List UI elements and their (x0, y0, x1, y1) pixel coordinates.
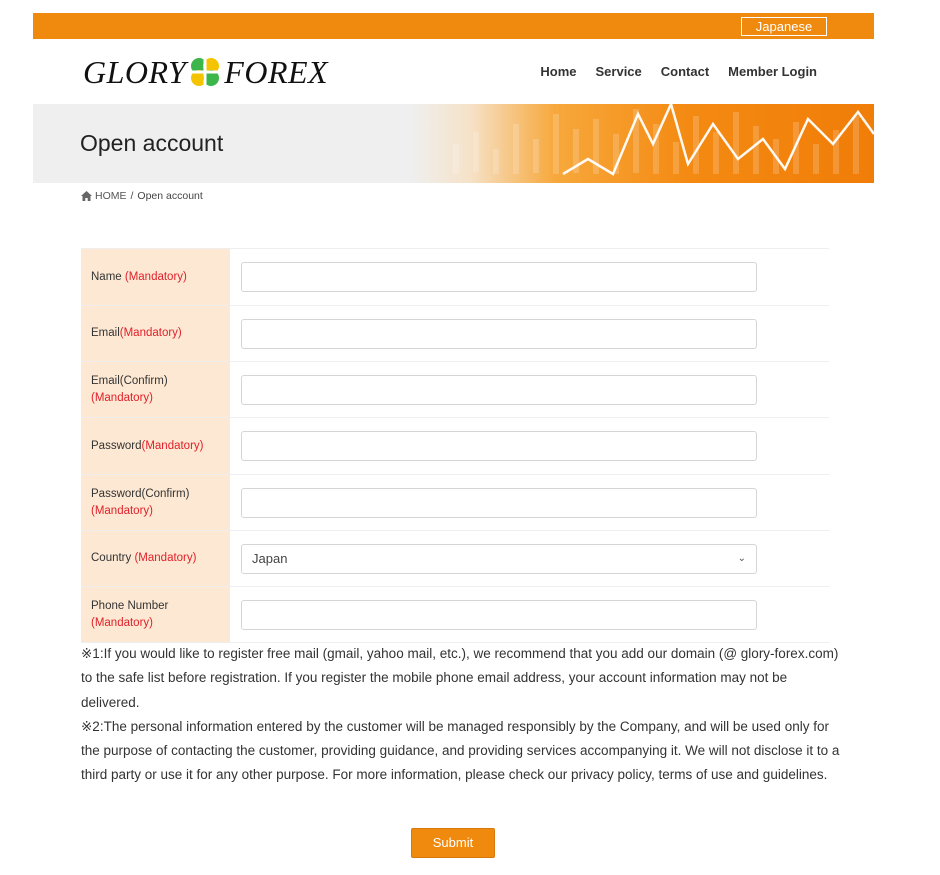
email-input[interactable] (241, 318, 757, 349)
mandatory-marker: (Mandatory) (91, 391, 153, 404)
mandatory-marker: (Mandatory) (124, 270, 187, 283)
clover-icon (191, 58, 220, 86)
breadcrumb-home[interactable]: HOME (81, 190, 127, 202)
country-select-value: Japan (252, 551, 288, 566)
field-label: Name (Mandatory) (81, 248, 230, 306)
note-free-mail: ※1:If you would like to register free ma… (81, 646, 839, 710)
form-row-email: Email(Mandatory) (81, 305, 829, 362)
site-header: GLORY FOREX Home Service Contact Member … (33, 39, 874, 104)
field-label: Password(Mandatory) (81, 417, 230, 475)
breadcrumb-current: Open account (137, 190, 203, 202)
mandatory-marker: (Mandatory) (134, 552, 197, 564)
submit-button[interactable]: Submit (411, 828, 495, 858)
mandatory-marker: (Mandatory) (141, 439, 204, 452)
nav-member-login[interactable]: Member Login (728, 64, 817, 79)
breadcrumb-separator: / (130, 190, 134, 202)
registration-form: Name (Mandatory) Email(Mandatory) Email(… (81, 248, 829, 643)
form-row-phone: Phone Number (Mandatory) (81, 586, 829, 643)
form-notes: ※1:If you would like to register free ma… (81, 642, 841, 788)
name-input[interactable] (241, 262, 757, 292)
field-label: Email(Mandatory) (81, 305, 230, 362)
chevron-down-icon: ⌄ (737, 553, 746, 564)
logo-text-forex: FOREX (224, 53, 329, 90)
banner-chart-graphic (453, 104, 874, 176)
mandatory-marker: (Mandatory) (91, 504, 153, 517)
email-confirm-input[interactable] (241, 374, 757, 405)
form-row-password-confirm: Password(Confirm) (Mandatory) (81, 474, 829, 531)
form-row-email-confirm: Email(Confirm) (Mandatory) (81, 361, 829, 418)
phone-input[interactable] (241, 599, 757, 630)
field-label: Phone Number (Mandatory) (81, 586, 230, 643)
page-title: Open account (80, 130, 224, 156)
top-bar: Japanese (33, 13, 874, 39)
country-select[interactable]: Japan ⌄ (241, 543, 757, 574)
site-logo[interactable]: GLORY FOREX (83, 52, 328, 92)
breadcrumb: HOME / Open account (81, 190, 203, 202)
nav-service[interactable]: Service (596, 64, 642, 79)
password-input[interactable] (241, 431, 757, 461)
main-nav: Home Service Contact Member Login (540, 64, 817, 79)
logo-text-glory: GLORY (83, 53, 187, 90)
field-label: Country (Mandatory) (81, 530, 230, 587)
form-row-password: Password(Mandatory) (81, 417, 829, 475)
form-row-country: Country (Mandatory) Japan ⌄ (81, 530, 829, 587)
mandatory-marker: (Mandatory) (119, 327, 182, 339)
field-label: Email(Confirm) (Mandatory) (81, 361, 230, 418)
form-row-name: Name (Mandatory) (81, 248, 829, 306)
nav-home[interactable]: Home (540, 64, 576, 79)
nav-contact[interactable]: Contact (661, 64, 709, 79)
password-confirm-input[interactable] (241, 487, 757, 518)
home-icon (81, 191, 92, 201)
breadcrumb-home-label: HOME (95, 190, 127, 202)
page-banner: Open account (33, 104, 874, 183)
note-privacy: ※2:The personal information entered by t… (81, 718, 840, 783)
mandatory-marker: (Mandatory) (91, 616, 153, 629)
language-button[interactable]: Japanese (741, 17, 827, 36)
field-label: Password(Confirm) (Mandatory) (81, 474, 230, 531)
